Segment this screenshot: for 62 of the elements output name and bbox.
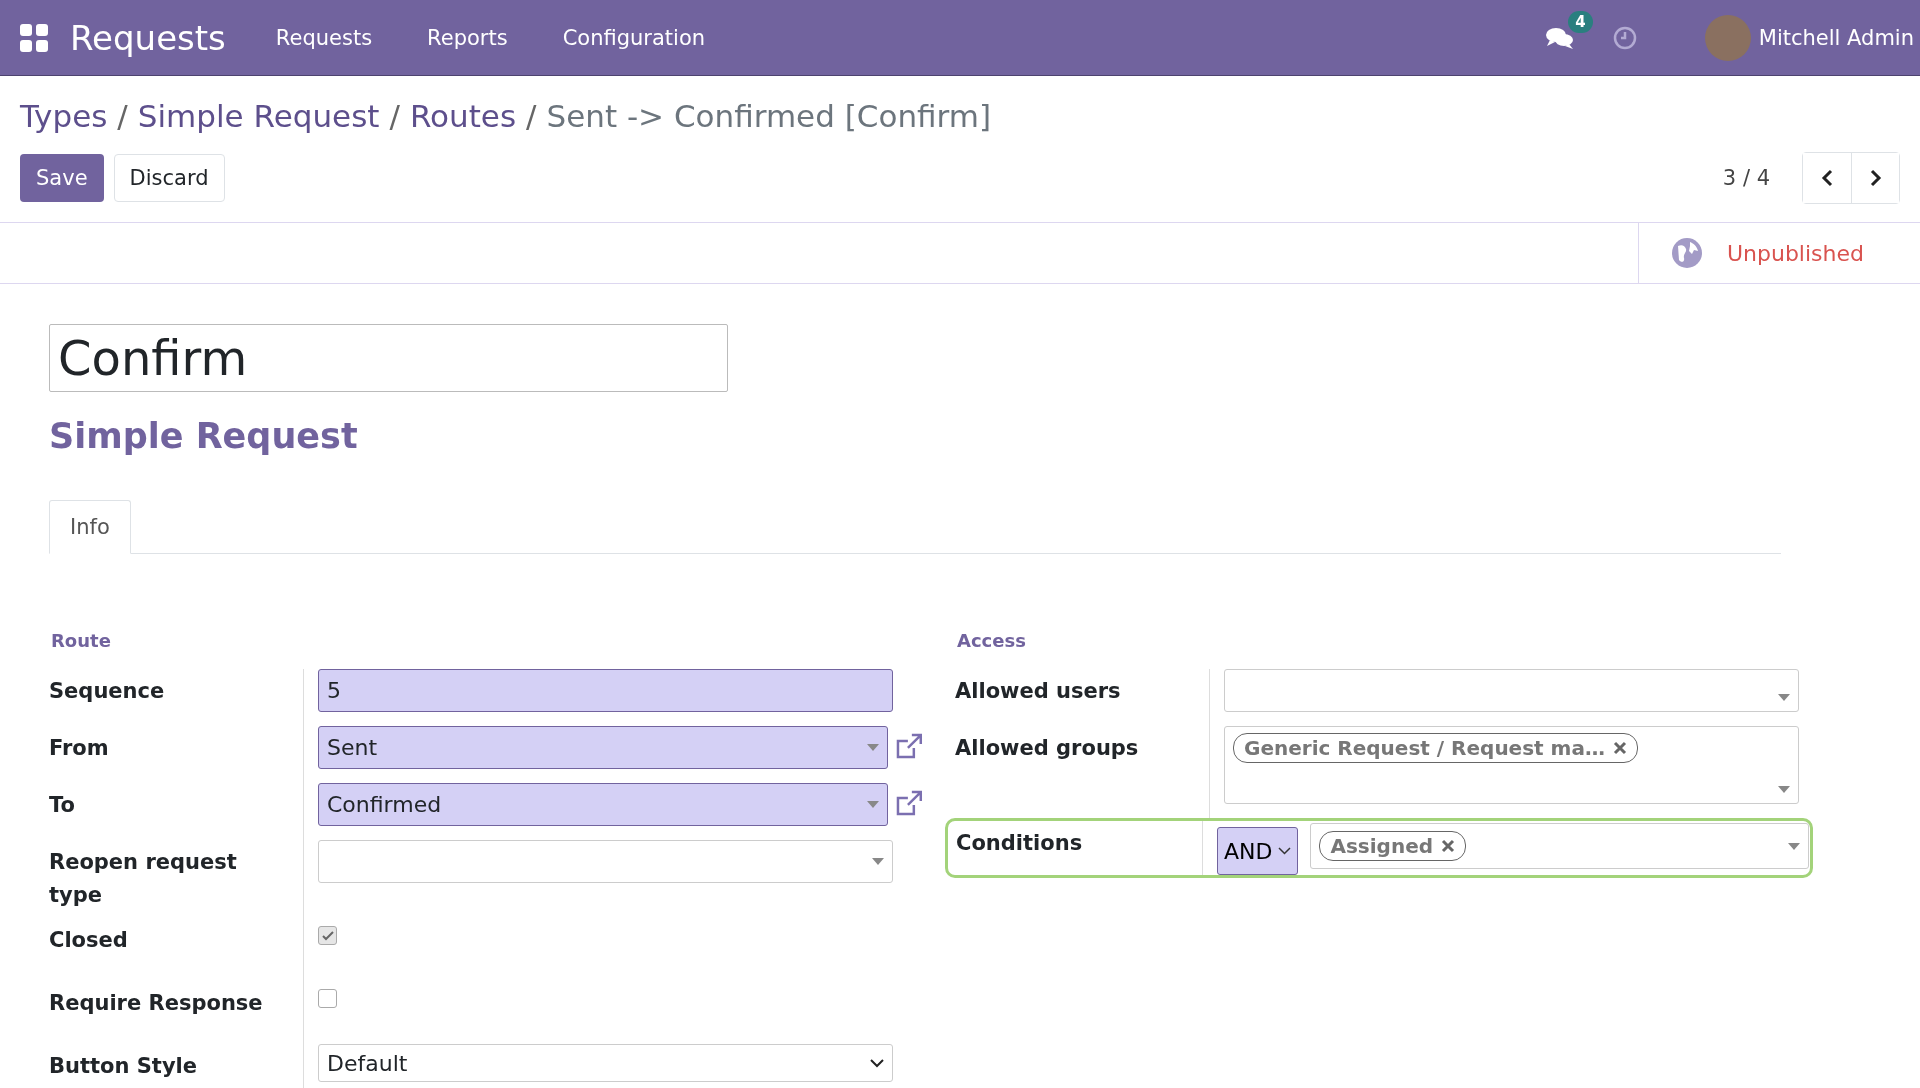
checkmark-icon	[321, 930, 334, 941]
discard-button[interactable]: Discard	[113, 154, 225, 202]
notification-badge: 4	[1568, 10, 1593, 33]
dropdown-field[interactable]	[318, 840, 893, 883]
name-field[interactable]: Confirm	[49, 324, 728, 392]
pager-counter: 3 / 4	[1722, 166, 1770, 190]
checkbox[interactable]	[318, 989, 337, 1008]
field-label: Require Response	[49, 981, 304, 1044]
tags-field[interactable]: Assigned	[1310, 823, 1809, 869]
field-label: From	[49, 726, 304, 783]
dropdown-caret-icon	[867, 744, 880, 751]
menu-item[interactable]: Requests	[275, 25, 373, 50]
dropdown-caret-icon	[1778, 694, 1790, 701]
field-label: Allowed groups	[955, 726, 1210, 818]
tag: Assigned	[1319, 831, 1467, 861]
tag: Generic Request / Request ma…	[1233, 733, 1638, 763]
field-label: Button Style	[49, 1044, 304, 1088]
field-label: To	[49, 783, 304, 840]
breadcrumb-separator: /	[117, 98, 128, 134]
status-label: Unpublished	[1726, 240, 1864, 266]
sequence-field[interactable]: 5	[318, 669, 893, 712]
clock-icon[interactable]	[1612, 25, 1637, 50]
user-name[interactable]: Mitchell Admin	[1758, 25, 1914, 50]
breadcrumb-link[interactable]: Types	[20, 98, 108, 134]
dropdown-field[interactable]: Confirmed	[318, 783, 889, 826]
breadcrumb-current: Sent -> Confirmed [Confirm]	[546, 98, 992, 134]
field-label: Sequence	[49, 669, 304, 726]
menu-item[interactable]: Configuration	[562, 25, 706, 50]
breadcrumb-separator: /	[389, 98, 400, 134]
field-label: Reopen request type	[49, 840, 304, 918]
publish-status-button[interactable]: Unpublished	[1637, 223, 1914, 283]
globe-icon	[1670, 237, 1703, 269]
dropdown-field[interactable]: Sent	[318, 726, 889, 769]
breadcrumb-link[interactable]: Simple Request	[137, 98, 380, 134]
menu-item[interactable]: Reports	[427, 25, 508, 50]
tags-field[interactable]: Generic Request / Request ma…	[1224, 726, 1799, 804]
chevron-left-icon	[1821, 169, 1833, 187]
select-field[interactable]: Default	[318, 1044, 893, 1082]
dropdown-caret-icon	[1788, 842, 1800, 850]
group-title: Route	[51, 630, 112, 651]
remove-icon[interactable]	[1612, 741, 1627, 755]
tags-field[interactable]	[1224, 669, 1799, 712]
breadcrumb-link[interactable]: Routes	[409, 98, 517, 134]
save-button[interactable]: Save	[20, 154, 104, 202]
remove-icon[interactable]	[1441, 839, 1456, 853]
chevron-down-icon	[1278, 847, 1292, 855]
dropdown-caret-icon	[1778, 786, 1790, 793]
dropdown-caret-icon	[867, 801, 880, 808]
record-subtitle: Simple Request	[49, 416, 359, 456]
field-label: Closed	[49, 918, 304, 981]
dropdown-caret-icon	[872, 858, 884, 865]
operator-select[interactable]: AND	[1217, 827, 1299, 875]
field-label: Allowed users	[955, 669, 1210, 726]
breadcrumb-separator: /	[526, 98, 537, 134]
next-button[interactable]	[1851, 153, 1899, 203]
chevron-down-icon	[870, 1058, 884, 1068]
app-grid-icon[interactable]	[20, 23, 48, 52]
field-label: Conditions	[948, 821, 1203, 875]
app-title: Requests	[70, 17, 226, 58]
chevron-right-icon	[1869, 169, 1882, 187]
group-title: Access	[957, 630, 1027, 651]
tab[interactable]: Info	[49, 500, 131, 554]
